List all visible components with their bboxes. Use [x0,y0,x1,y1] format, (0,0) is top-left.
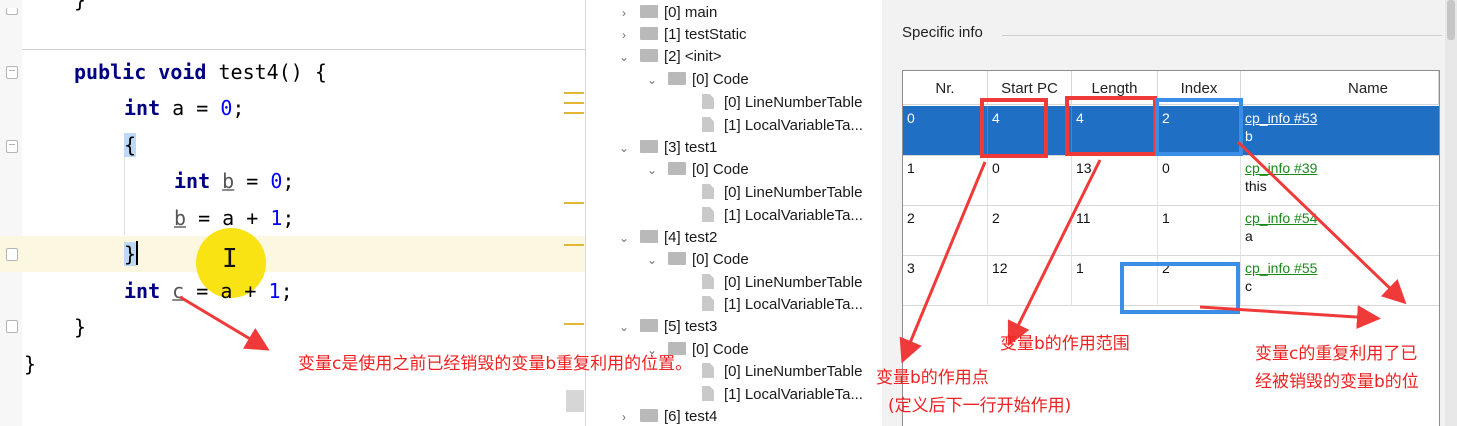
tree-node-test3[interactable]: ⌄ [5] test3 [616,316,717,338]
title-divider [1002,35,1442,36]
folder-icon [640,5,658,18]
error-stripe-marker[interactable] [564,202,584,204]
tree-node-code[interactable]: ⌄ [0] Code [644,249,749,271]
folder-icon [668,162,686,175]
tree-node-linenumbertable[interactable]: [0] LineNumberTable [702,182,862,204]
tree-node-testStatic[interactable]: › [1] testStatic [616,24,747,46]
file-icon [702,117,714,132]
annotation-b-point-line2: (定义后下一行开始作用) [888,396,1072,416]
panel-scrollbar-thumb[interactable] [1447,0,1455,40]
table-row[interactable]: 1 0 13 0 cp_info #39 this [903,156,1439,206]
code-line-int-a[interactable]: int a = 0; [124,90,244,126]
annotation-b-point-line1: 变量b的作用点 [876,368,989,388]
keyword: public void [74,60,207,84]
editor-gutter [0,0,22,426]
annotation-c-reuse-line2: 经被销毁的变量b的位 [1255,372,1419,392]
annotation-b-range: 变量b的作用范围 [1000,334,1130,354]
column-header-name[interactable]: Name [1241,71,1439,105]
code-line-int-b[interactable]: int b = 0; [174,163,294,199]
chevron-right-icon[interactable]: › [616,2,632,24]
folder-icon [668,252,686,265]
file-icon [702,207,714,222]
chevron-down-icon[interactable]: ⌄ [616,46,632,68]
file-icon [702,274,714,289]
file-icon [702,184,714,199]
fold-toggle-block[interactable] [6,140,18,153]
code-line-close-block[interactable]: } [124,236,139,272]
tree-node-code[interactable]: ⌄ [0] Code [644,69,749,91]
tree-node-localvariabletable[interactable]: [1] LocalVariableTa... [702,294,863,316]
method-separator [22,49,585,50]
error-stripe-marker[interactable] [564,92,584,94]
cp-info-link[interactable]: cp_info #39 [1245,160,1317,176]
tree-node-linenumbertable[interactable]: [0] LineNumberTable [702,92,862,114]
annotation-reuse-position: 变量c是使用之前已经销毁的变量b重复利用的位置。 [298,354,693,374]
folder-icon [640,140,658,153]
tree-node-localvariabletable[interactable]: [1] LocalVariableTa... [702,115,863,137]
tree-node-linenumbertable[interactable]: [0] LineNumberTable [702,272,862,294]
tree-node-linenumbertable[interactable]: [0] LineNumberTable [702,361,862,383]
file-icon [702,363,714,378]
chevron-right-icon[interactable]: › [616,406,632,426]
error-stripe-marker[interactable] [564,244,584,246]
highlight-index-b [1155,98,1243,156]
chevron-down-icon[interactable]: ⌄ [616,137,632,159]
column-header-nr[interactable]: Nr. [903,71,988,105]
matched-brace: { [124,133,137,157]
current-line-highlight [0,236,585,272]
folder-icon [640,27,658,40]
code-line-int-c[interactable]: int c = a + 1; [124,273,293,309]
cp-info-link[interactable]: cp_info #55 [1245,260,1317,276]
editor-scrollbar[interactable] [566,390,584,412]
chevron-down-icon[interactable]: ⌄ [616,227,632,249]
error-stripe-marker[interactable] [564,323,584,325]
folder-icon [640,49,658,62]
file-icon [702,296,714,311]
highlight-start-pc [980,98,1048,158]
ibeam-cursor-icon: I [222,244,238,274]
fold-toggle-method[interactable] [6,66,18,79]
tree-node-test1[interactable]: ⌄ [3] test1 [616,137,717,159]
chevron-right-icon[interactable]: › [616,24,632,46]
text-caret [136,241,139,265]
panel-scrollbar[interactable] [1445,0,1457,426]
code-line-method-close[interactable]: } [74,309,86,345]
folder-icon [640,409,658,422]
code-line-method-signature[interactable]: public void test4() { [74,54,327,90]
panel-title: Specific info [902,24,983,41]
tree-node-localvariabletable[interactable]: [1] LocalVariableTa... [702,384,863,406]
matched-brace: } [124,242,137,266]
chevron-down-icon[interactable]: ⌄ [644,159,660,181]
tree-node-test2[interactable]: ⌄ [4] test2 [616,227,717,249]
fold-end-prev[interactable] [6,8,18,15]
folder-icon [640,319,658,332]
error-stripe-marker[interactable] [564,102,584,104]
file-icon [702,386,714,401]
fold-end-block[interactable] [6,248,18,261]
chevron-down-icon[interactable]: ⌄ [644,249,660,271]
tree-node-localvariabletable[interactable]: [1] LocalVariableTa... [702,205,863,227]
error-stripe-marker[interactable] [564,112,584,114]
code-line-class-close[interactable]: } [24,346,36,382]
fold-end-method[interactable] [6,320,18,333]
chevron-down-icon[interactable]: ⌄ [616,316,632,338]
tree-node-test4[interactable]: › [6] test4 [616,406,717,426]
folder-icon [668,72,686,85]
tree-node-code[interactable]: ⌄ [0] Code [644,159,749,181]
cp-info-link[interactable]: cp_info #53 [1245,110,1317,126]
code-line-open-block[interactable]: { [124,127,137,163]
highlight-length [1065,96,1157,156]
cp-info-link[interactable]: cp_info #54 [1245,210,1317,226]
tree-node-init[interactable]: ⌄ [2] <init> [616,46,722,68]
code-line-prev-brace[interactable]: } [74,0,86,18]
folder-icon [640,230,658,243]
chevron-down-icon[interactable]: ⌄ [644,69,660,91]
annotation-c-reuse-line1: 变量c的重复利用了已 [1255,344,1418,364]
highlight-index-c [1120,262,1240,314]
file-icon [702,94,714,109]
tree-node-main[interactable]: › [0] main [616,2,717,24]
table-row[interactable]: 2 2 11 1 cp_info #54 a [903,206,1439,256]
